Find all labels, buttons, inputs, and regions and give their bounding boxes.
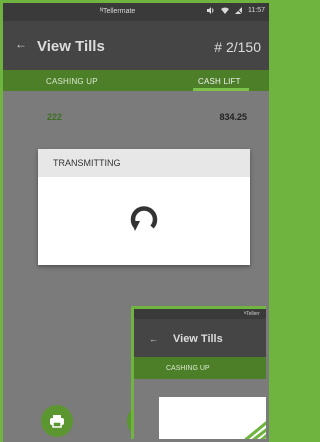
- page-title: View Tills: [37, 38, 105, 55]
- status-time: 11:57: [248, 7, 265, 14]
- till-counter: # 2/150: [214, 39, 261, 55]
- nested-status-app-name: ᴺTellerr: [244, 311, 260, 317]
- status-app-name: ᴺTellermate: [100, 8, 136, 15]
- nested-page-title: View Tills: [173, 333, 223, 345]
- tab-bar: CASHING UP CASH LIFT: [3, 70, 269, 91]
- tab-cashing-up[interactable]: CASHING UP: [46, 77, 98, 86]
- nested-tab-cashing-up: CASHING UP: [166, 365, 210, 372]
- volume-icon: [207, 7, 214, 14]
- nested-dialog: [159, 397, 266, 439]
- no-signal-icon: [235, 7, 242, 14]
- back-arrow-icon[interactable]: ←: [15, 37, 27, 51]
- printer-icon: [50, 415, 64, 428]
- app-bar: ← View Tills # 2/150: [3, 21, 269, 70]
- wifi-icon: [221, 7, 229, 14]
- logo-stripes-icon: [244, 421, 266, 439]
- dialog-title: TRANSMITTING: [38, 149, 250, 177]
- print-button[interactable]: [41, 405, 73, 437]
- status-bar: ᴺTellermate 11:57: [3, 3, 269, 21]
- active-tab-indicator: [193, 88, 249, 91]
- tab-cash-lift[interactable]: CASH LIFT: [198, 77, 241, 86]
- till-row-value: 834.25: [219, 112, 247, 122]
- nested-tab-bar: CASHING UP: [134, 357, 266, 379]
- nested-screenshot: ᴺTellerr ← View Tills CASHING UP: [131, 306, 266, 439]
- transmitting-dialog: TRANSMITTING: [38, 149, 250, 265]
- refresh-icon: [130, 206, 158, 231]
- till-row-id[interactable]: 222: [47, 112, 62, 122]
- nested-app-bar: ← View Tills: [134, 319, 266, 357]
- nested-status-bar: ᴺTellerr: [134, 309, 266, 319]
- nested-back-arrow-icon: ←: [149, 334, 158, 344]
